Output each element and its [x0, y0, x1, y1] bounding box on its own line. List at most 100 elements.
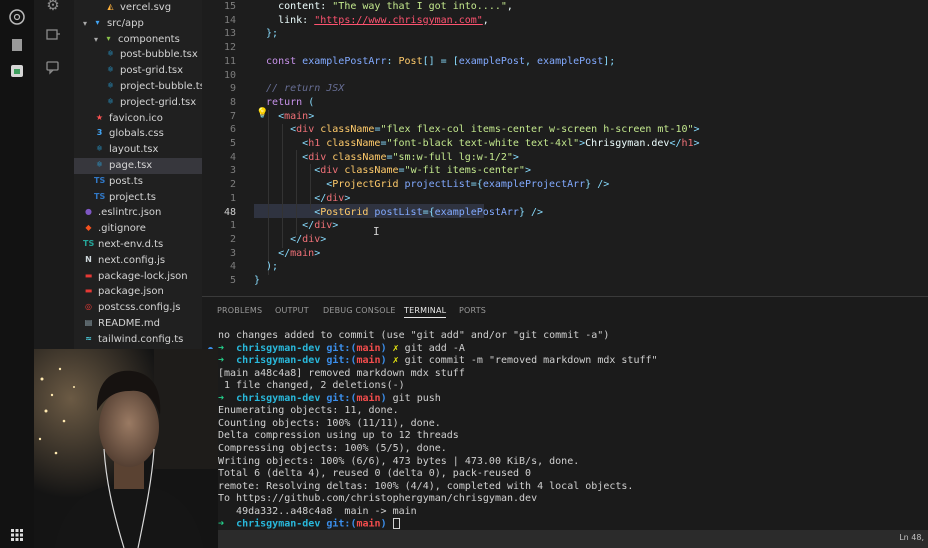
code-line[interactable]: 14 link: "https://www.chrisgyman.com", — [202, 14, 928, 28]
file-tree-item[interactable]: TS next-env.d.ts — [74, 237, 202, 253]
npm-file-icon: ▬ — [84, 286, 93, 296]
code-line[interactable]: 7 <main> — [202, 110, 928, 124]
file-tree-item[interactable]: ⚛ layout.tsx — [74, 142, 202, 158]
file-tree-label: globals.css — [109, 128, 164, 140]
code-line[interactable]: 10 — [202, 69, 928, 83]
svg-file-icon: ◭ — [107, 2, 114, 11]
file-tree-item[interactable]: ⚛ post-bubble.tsx — [74, 47, 202, 63]
file-tree-item[interactable]: ⚛ page.tsx — [74, 158, 202, 174]
chrome-circle-icon[interactable] — [8, 8, 26, 26]
file-tree-label: package-lock.json — [98, 270, 188, 282]
folder-open-icon: ▾ — [106, 33, 111, 43]
eslint-file-icon: ● — [85, 207, 92, 217]
code-text: <div className="flex flex-col items-cent… — [254, 124, 700, 136]
file-tree-item[interactable]: ◆ .gitignore — [74, 221, 202, 237]
file-tree-item[interactable]: ⚛ post-grid.tsx — [74, 63, 202, 79]
panel-tab-terminal[interactable]: TERMINAL — [404, 304, 447, 318]
code-line[interactable]: 4 <div className="sm:w-full lg:w-1/2"> — [202, 151, 928, 165]
activity-bar — [0, 0, 34, 548]
code-text: return ( — [254, 96, 315, 108]
file-tree-label: post-bubble.tsx — [120, 49, 198, 61]
file-tree-label: README.md — [98, 318, 161, 329]
code-line[interactable]: 4 ); — [202, 260, 928, 274]
line-number: 1 — [229, 220, 236, 232]
comments-icon[interactable] — [42, 58, 64, 80]
file-tree-item[interactable]: ▬ package.json — [74, 284, 202, 300]
file-tree-item[interactable]: TS project.ts — [74, 190, 202, 206]
code-text: <PostGrid postList={examplePostArr} /> — [254, 206, 544, 218]
favicon-file-icon: ★ — [95, 112, 104, 122]
file-tree-item[interactable]: ◭ vercel.svg — [74, 0, 202, 16]
file-icon[interactable] — [8, 36, 26, 54]
code-line[interactable]: 11 const examplePostArr: Post[] = [examp… — [202, 55, 928, 69]
panel-tab-debug-console[interactable]: DEBUG CONSOLE — [323, 304, 396, 318]
react-file-icon: ⚛ — [95, 144, 104, 154]
panel-tab-output[interactable]: OUTPUT — [275, 304, 309, 318]
bottom-panel: PROBLEMS OUTPUT DEBUG CONSOLE TERMINAL PORTS… — [202, 296, 928, 548]
code-line[interactable]: 9 // return JSX — [202, 82, 928, 96]
apps-grid-icon[interactable] — [8, 528, 26, 546]
code-line[interactable]: 48 <PostGrid postList={examplePostArr} /… — [202, 206, 928, 220]
terminal-line: Writing objects: 100% (6/6), 473 bytes |… — [218, 455, 580, 467]
prompt-arrow-icon: ➜ — [218, 342, 237, 354]
panel-tab-problems[interactable]: PROBLEMS — [217, 304, 262, 318]
file-tree-item[interactable]: 3 globals.css — [74, 126, 202, 142]
line-number: 11 — [223, 55, 236, 67]
line-number: 14 — [223, 14, 236, 26]
code-line[interactable]: 1 </div> — [202, 192, 928, 206]
line-number: 2 — [229, 179, 236, 191]
panel-tab-ports[interactable]: PORTS — [459, 304, 486, 318]
code-line[interactable]: 1 </div> — [202, 219, 928, 233]
code-line[interactable]: 5} — [202, 274, 928, 288]
file-tree-label: vercel.svg — [120, 2, 172, 13]
terminal-line: To https://github.com/christophergyman/c… — [218, 493, 538, 505]
code-text: <div className="sm:w-full lg:w-1/2"> — [254, 151, 519, 163]
panel-tab-bar: PROBLEMS OUTPUT DEBUG CONSOLE TERMINAL PORTS — [202, 297, 928, 323]
terminal-app-icon[interactable] — [8, 62, 26, 80]
code-line[interactable]: 6 <div className="flex flex-col items-ce… — [202, 123, 928, 137]
file-tree-item[interactable]: ⚛ project-bubble.tsx — [74, 79, 202, 95]
extensions-icon[interactable]: ⚙ — [42, 0, 64, 16]
terminal-line: Compressing objects: 100% (5/5), done. — [218, 442, 447, 454]
file-tree-item[interactable]: ▾ ▾ src/app — [74, 16, 202, 32]
dirty-mark-icon: ✗ — [386, 342, 399, 354]
code-line[interactable]: 3 </main> — [202, 247, 928, 261]
file-tree-item[interactable]: TS post.ts — [74, 174, 202, 190]
react-file-icon: ⚛ — [106, 65, 115, 75]
cursor-position[interactable]: Ln 48, — [899, 533, 924, 542]
line-number: 10 — [223, 69, 236, 81]
file-tree-label: package.json — [98, 286, 164, 298]
code-line[interactable]: 2 <ProjectGrid projectList={exampleProje… — [202, 178, 928, 192]
terminal-line: 49da332..a48c4a8 main -> main — [218, 505, 417, 517]
file-tree-item[interactable]: ▬ package-lock.json — [74, 269, 202, 285]
file-tree-item[interactable]: ◎ postcss.config.js — [74, 300, 202, 316]
chevron-down-icon[interactable]: ▾ — [94, 32, 103, 48]
code-line[interactable]: 8 return ( — [202, 96, 928, 110]
file-tree-label: layout.tsx — [109, 144, 159, 156]
prompt-arrow-icon: ➜ — [218, 392, 237, 404]
file-tree-item[interactable]: Nnext.config.js — [74, 253, 202, 269]
file-tree-item[interactable]: ★ favicon.ico — [74, 111, 202, 127]
code-line[interactable]: 15 content: "The way that I got into....… — [202, 0, 928, 14]
typescript-file-icon: TS — [94, 175, 106, 185]
file-tree-item[interactable]: ≈ tailwind.config.ts — [74, 332, 202, 348]
code-line[interactable]: 2 </div> — [202, 233, 928, 247]
remote-explorer-icon[interactable] — [42, 26, 64, 48]
code-line[interactable]: 12 — [202, 41, 928, 55]
code-line[interactable]: 5 <h1 className="font-black text-white t… — [202, 137, 928, 151]
file-tree-label: page.tsx — [109, 160, 153, 171]
tailwind-file-icon: ≈ — [85, 333, 92, 343]
code-line[interactable]: 13 }; — [202, 27, 928, 41]
file-tree-item[interactable]: ● .eslintrc.json — [74, 205, 202, 221]
file-tree-label: .gitignore — [98, 223, 146, 235]
file-tree-item[interactable]: ▤ README.md — [74, 316, 202, 332]
npm-file-icon: ▬ — [84, 270, 93, 280]
markdown-file-icon: ▤ — [84, 318, 93, 327]
line-number: 15 — [223, 1, 236, 12]
code-line[interactable]: 3 <div className="w-fit items-center"> — [202, 164, 928, 178]
file-tree-item[interactable]: ⚛ project-grid.tsx — [74, 95, 202, 111]
file-tree-item[interactable]: ▾ ▾ components — [74, 32, 202, 48]
code-editor[interactable]: 💡 I 15 content: "The way that I got into… — [202, 0, 928, 296]
code-text: link: "https://www.chrisgyman.com", — [254, 14, 489, 26]
chevron-down-icon[interactable]: ▾ — [83, 16, 92, 32]
